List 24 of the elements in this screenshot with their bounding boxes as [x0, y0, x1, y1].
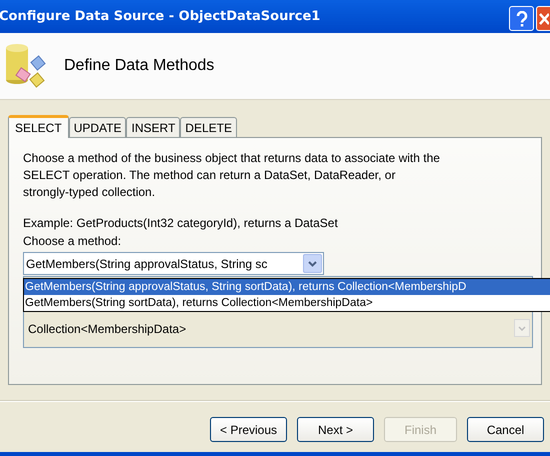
- description-text: Choose a method of the business object that returns data to associate with the SELECT operation. The method can return a DataSet, DataReader, or strongly-typed collection.: [23, 150, 441, 201]
- tab[interactable]: INSERT: [126, 117, 180, 137]
- question-mark-icon: [516, 10, 528, 26]
- wizard-button[interactable]: Cancel: [467, 417, 544, 442]
- wizard-button[interactable]: < Previous: [210, 417, 287, 442]
- chevron-down-icon: [518, 326, 526, 330]
- tab[interactable]: DELETE: [180, 117, 237, 137]
- tab[interactable]: UPDATE: [68, 117, 126, 137]
- tab[interactable]: SELECT: [8, 115, 69, 138]
- method-label: Choose a method:: [23, 234, 122, 249]
- signature-text: Collection<MembershipData>: [28, 321, 186, 337]
- chevron-down-icon: [308, 260, 317, 266]
- close-button[interactable]: [536, 6, 550, 31]
- dropdown-option[interactable]: GetMembers(String approvalStatus, String sortData), returns Collection<MembershipD: [24, 279, 550, 295]
- dropdown-option[interactable]: GetMembers(String sortData), returns Collection<MembershipData>: [24, 295, 550, 311]
- dropdown-button[interactable]: [303, 254, 322, 273]
- example-text: Example: GetProducts(Int32 categoryId), returns a DataSet: [23, 216, 339, 231]
- help-button[interactable]: [509, 6, 534, 31]
- combo-value: GetMembers(String approvalStatus, String sc: [25, 256, 268, 272]
- close-icon: [537, 12, 549, 26]
- window-title: Configure Data Source - ObjectDataSource1: [0, 8, 320, 26]
- page-heading: Define Data Methods: [64, 56, 214, 76]
- method-combo[interactable]: GetMembers(String approvalStatus, String sc: [23, 252, 324, 275]
- wizard-button[interactable]: Next >: [297, 417, 374, 442]
